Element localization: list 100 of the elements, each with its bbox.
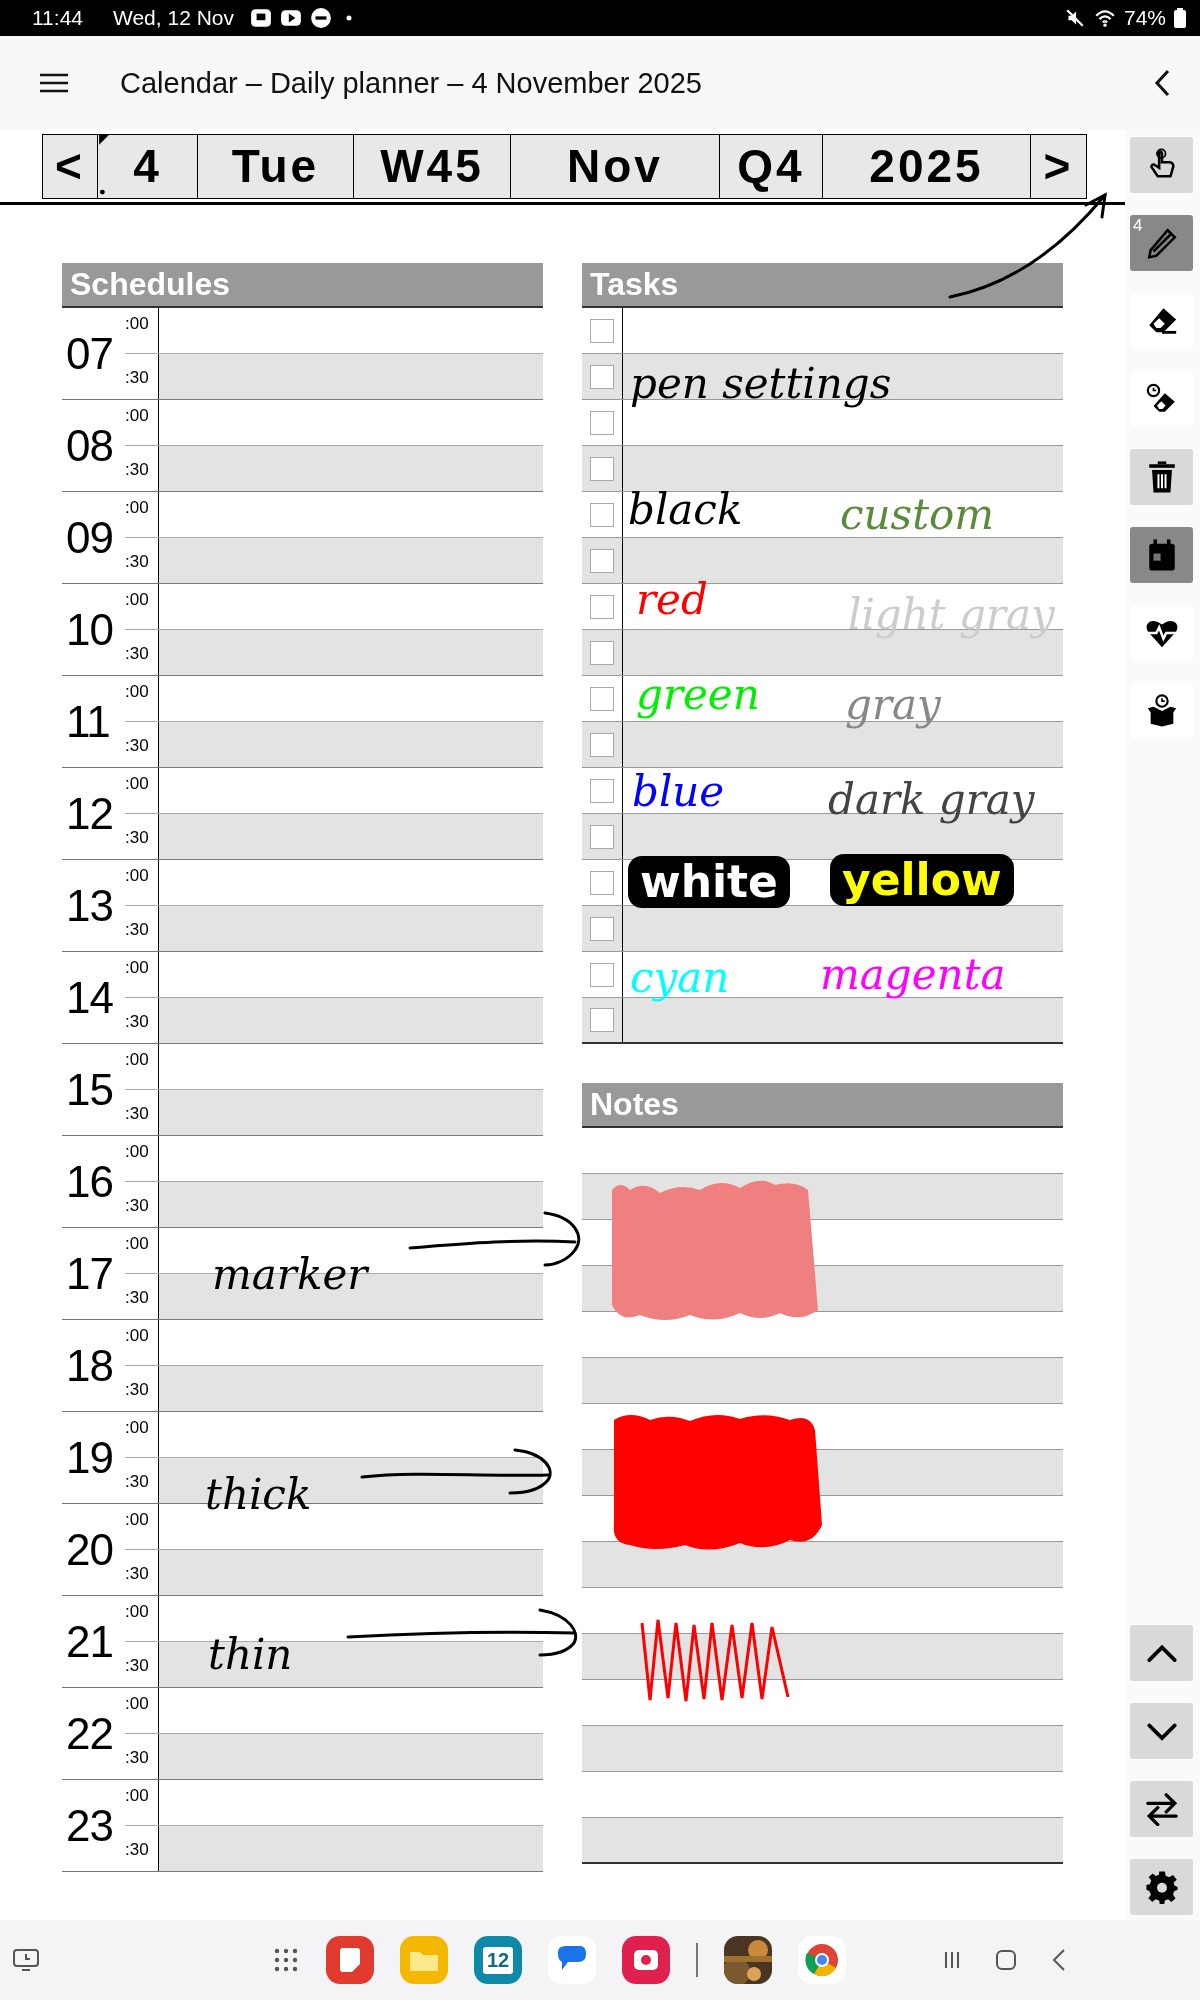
handwritten-text: custom — [840, 494, 995, 536]
date-part-button[interactable]: W45 — [354, 133, 511, 199]
minute-label: :30 — [125, 1011, 150, 1033]
minute-label: :30 — [125, 827, 150, 849]
minute-label: :00 — [125, 681, 150, 703]
box-tool-button[interactable] — [1130, 683, 1193, 739]
minute-label: :00 — [125, 589, 150, 611]
minute-label: :30 — [125, 1655, 150, 1677]
hour-label: 12 — [65, 787, 114, 840]
panel-header: Schedules — [62, 263, 543, 308]
screen-clock-icon[interactable] — [12, 1946, 40, 1974]
hour-label: 10 — [65, 603, 114, 656]
minute-label: :30 — [125, 1747, 150, 1769]
notification-icon — [250, 7, 272, 29]
back-chevron-icon[interactable] — [1154, 69, 1170, 97]
task-checkbox[interactable] — [590, 732, 614, 757]
menu-icon[interactable] — [40, 73, 68, 93]
trash-tool-button[interactable] — [1130, 449, 1193, 505]
minute-label: :30 — [125, 1195, 150, 1217]
video-icon — [280, 7, 302, 29]
health-tool-button[interactable] — [1130, 605, 1193, 661]
swap-arrows-icon — [1144, 1792, 1179, 1826]
pen-tool-button[interactable]: 4 — [1130, 215, 1193, 271]
minute-label: :00 — [125, 957, 150, 979]
calendar-tool-button[interactable] — [1130, 527, 1193, 583]
hour-label: 16 — [65, 1155, 114, 1208]
task-checkbox[interactable] — [590, 318, 614, 343]
minute-label: :30 — [125, 643, 150, 665]
task-checkbox[interactable] — [590, 778, 614, 803]
task-checkbox[interactable] — [590, 686, 614, 711]
minute-label: :30 — [125, 1471, 150, 1493]
minute-label: :30 — [125, 367, 150, 389]
settings-icon — [1144, 1870, 1179, 1904]
handwritten-text: red — [636, 579, 708, 621]
settings-button[interactable] — [1130, 1859, 1193, 1915]
handwritten-text: black — [628, 489, 743, 531]
next-day-button[interactable]: > — [1031, 133, 1087, 199]
previous-day-button[interactable]: < — [42, 133, 98, 199]
browser-app-icon[interactable] — [798, 1936, 846, 1984]
handwritten-text: thick — [205, 1474, 312, 1516]
battery-icon — [1174, 8, 1186, 28]
do-not-disturb-icon — [310, 7, 332, 29]
folder-app-icon[interactable] — [400, 1936, 448, 1984]
chat-bubble-app-icon[interactable] — [548, 1936, 596, 1984]
date-part-button[interactable]: Q4 — [720, 133, 823, 199]
hour-label: 07 — [65, 327, 114, 380]
task-checkbox[interactable] — [590, 640, 614, 665]
handwritten-text: white — [640, 860, 778, 904]
hour-label: 17 — [65, 1247, 114, 1300]
timed-eraser-tool-button[interactable] — [1130, 371, 1193, 427]
hour-label: 21 — [65, 1615, 114, 1668]
task-checkbox[interactable] — [590, 916, 614, 941]
task-checkbox[interactable] — [590, 456, 614, 481]
status-date: Wed, 12 Nov — [113, 6, 234, 30]
minute-label: :00 — [125, 497, 150, 519]
minute-label: :00 — [125, 773, 150, 795]
calendar-app-icon[interactable]: 12 — [474, 1936, 522, 1984]
hour-label: 15 — [65, 1063, 114, 1116]
minute-label: :00 — [125, 405, 150, 427]
hour-label: 13 — [65, 879, 114, 932]
task-checkbox[interactable] — [590, 962, 614, 987]
minute-label: :00 — [125, 1325, 150, 1347]
task-checkbox[interactable] — [590, 824, 614, 849]
date-part-button[interactable]: 2025 — [823, 133, 1031, 199]
date-part-button[interactable]: 4 — [98, 133, 198, 199]
hour-label: 09 — [65, 511, 114, 564]
minute-label: :00 — [125, 1509, 150, 1531]
minute-label: :00 — [125, 1049, 150, 1071]
task-checkbox[interactable] — [590, 1008, 614, 1032]
battery-percentage: 74% — [1123, 6, 1166, 30]
task-checkbox[interactable] — [590, 364, 614, 389]
task-checkbox[interactable] — [590, 410, 614, 435]
swap-button[interactable] — [1130, 1781, 1193, 1837]
wifi-icon — [1093, 7, 1116, 29]
task-checkbox[interactable] — [590, 870, 614, 895]
app-grid-icon[interactable] — [272, 1946, 300, 1974]
task-checkbox[interactable] — [590, 594, 614, 619]
minute-label: :00 — [125, 1601, 150, 1623]
panel-header: Notes — [582, 1083, 1063, 1128]
touch-tool-button[interactable] — [1130, 137, 1193, 193]
panel-header: Tasks — [582, 263, 1063, 308]
up-button[interactable] — [1130, 1625, 1193, 1681]
down-button[interactable] — [1130, 1703, 1193, 1759]
minute-label: :30 — [125, 1287, 150, 1309]
status-time: 11:44 — [32, 6, 83, 30]
minute-label: :30 — [125, 1839, 150, 1861]
minute-label: :30 — [125, 919, 150, 941]
date-part-button[interactable]: Tue — [198, 133, 354, 199]
minute-label: :30 — [125, 1103, 150, 1125]
minute-label: :30 — [125, 551, 150, 573]
task-checkbox[interactable] — [590, 502, 614, 527]
handwritten-text: marker — [212, 1254, 368, 1296]
camera-app-icon[interactable] — [622, 1936, 670, 1984]
eraser-tool-button[interactable] — [1130, 293, 1193, 349]
minute-label: :00 — [125, 313, 150, 335]
app-title: Calendar – Daily planner – 4 November 2025 — [120, 66, 703, 100]
task-checkbox[interactable] — [590, 548, 614, 573]
notes-app-icon[interactable] — [326, 1936, 374, 1984]
date-part-button[interactable]: Nov — [511, 133, 720, 199]
corner-marker-icon — [98, 134, 110, 197]
